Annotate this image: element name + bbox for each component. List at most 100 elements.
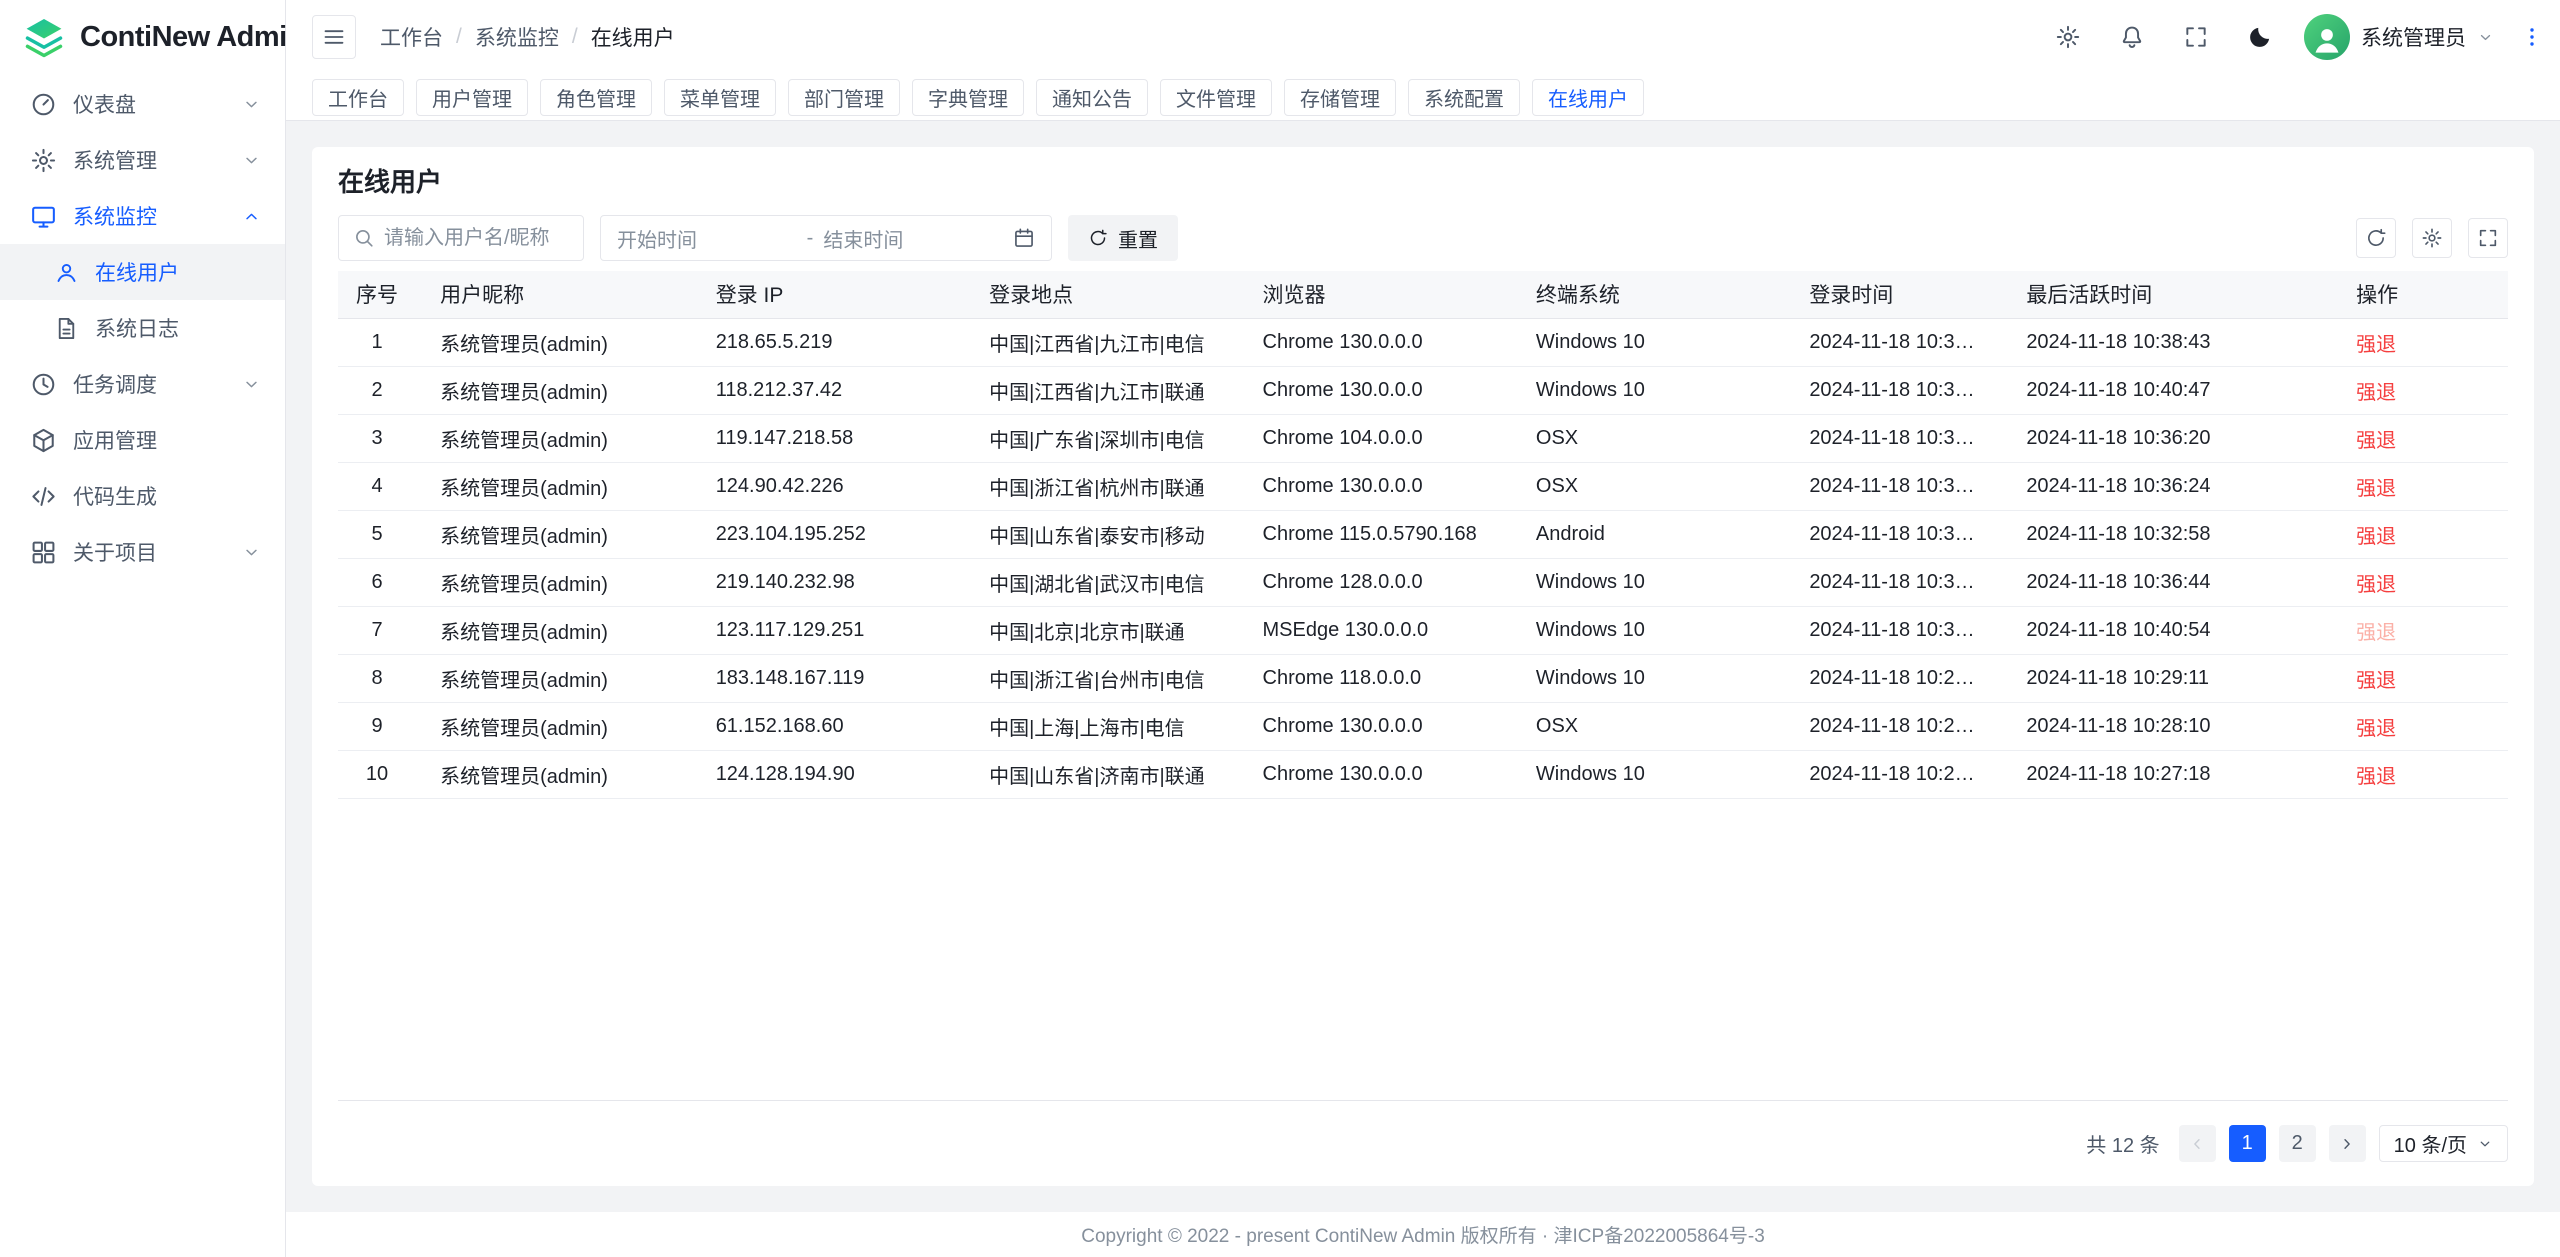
more-menu-button[interactable]: [2518, 23, 2546, 51]
sidebar-item-code-generation[interactable]: 代码生成: [0, 468, 285, 524]
table-row: 5 系统管理员(admin) 223.104.195.252 中国|山东省|泰安…: [338, 510, 2508, 558]
tab-workbench[interactable]: 工作台: [312, 79, 404, 116]
breadcrumb-item[interactable]: 系统监控: [475, 22, 559, 52]
cell-last-active: 2024-11-18 10:27:18: [2002, 750, 2332, 798]
cell-login-time: 2024-11-18 10:30:47: [1785, 606, 2002, 654]
sidebar-item-label: 仪表盘: [73, 89, 226, 119]
cell-action: 强退: [2332, 558, 2508, 606]
table-settings-button[interactable]: [2412, 218, 2452, 258]
chevron-down-icon: [242, 375, 261, 394]
cell-login-time: 2024-11-18 10:26:44: [1785, 702, 2002, 750]
cell-index: 9: [338, 702, 416, 750]
tab-file-management[interactable]: 文件管理: [1160, 79, 1272, 116]
table-row: 1 系统管理员(admin) 218.65.5.219 中国|江西省|九江市|电…: [338, 318, 2508, 366]
table-row: 2 系统管理员(admin) 118.212.37.42 中国|江西省|九江市|…: [338, 366, 2508, 414]
column-header-index: 序号: [338, 271, 416, 318]
breadcrumb-item[interactable]: 工作台: [380, 22, 443, 52]
menu-collapse-button[interactable]: [312, 15, 356, 59]
next-page-button[interactable]: [2329, 1125, 2366, 1162]
page-button-1[interactable]: 1: [2229, 1125, 2266, 1162]
force-logout-link[interactable]: 强退: [2356, 670, 2396, 692]
sidebar-item-about-project[interactable]: 关于项目: [0, 524, 285, 580]
search-icon: [353, 227, 375, 249]
cell-action: 强退: [2332, 414, 2508, 462]
force-logout-link[interactable]: 强退: [2356, 478, 2396, 500]
box-icon: [30, 427, 57, 454]
cell-index: 6: [338, 558, 416, 606]
gear-icon: [2421, 227, 2443, 249]
fullscreen-button[interactable]: [2176, 17, 2216, 57]
tab-online-users[interactable]: 在线用户: [1532, 79, 1644, 116]
cell-last-active: 2024-11-18 10:32:58: [2002, 510, 2332, 558]
cell-browser: Chrome 130.0.0.0: [1239, 462, 1512, 510]
cell-nickname: 系统管理员(admin): [416, 318, 692, 366]
cell-browser: Chrome 130.0.0.0: [1239, 702, 1512, 750]
chevron-left-icon: [2188, 1135, 2206, 1153]
cell-location: 中国|广东省|深圳市|电信: [965, 414, 1238, 462]
pagination-total: 共 12 条: [2086, 1129, 2159, 1158]
table-row: 7 系统管理员(admin) 123.117.129.251 中国|北京|北京市…: [338, 606, 2508, 654]
notifications-button[interactable]: [2112, 17, 2152, 57]
cell-index: 10: [338, 750, 416, 798]
page-size-label: 10 条/页: [2394, 1129, 2467, 1158]
settings-button[interactable]: [2048, 17, 2088, 57]
tab-department-management[interactable]: 部门管理: [788, 79, 900, 116]
sidebar-subitem-online-users[interactable]: 在线用户: [0, 244, 285, 300]
page-button-2[interactable]: 2: [2279, 1125, 2316, 1162]
tab-menu-management[interactable]: 菜单管理: [664, 79, 776, 116]
date-range-picker[interactable]: 开始时间 - 结束时间: [600, 215, 1052, 261]
sidebar-item-system-monitor[interactable]: 系统监控: [0, 188, 285, 244]
sidebar-item-app-management[interactable]: 应用管理: [0, 412, 285, 468]
page-size-select[interactable]: 10 条/页: [2379, 1125, 2508, 1162]
cell-location: 中国|江西省|九江市|电信: [965, 318, 1238, 366]
cell-os: OSX: [1512, 414, 1785, 462]
search-box: [338, 215, 584, 261]
user-menu[interactable]: 系统管理员: [2304, 14, 2494, 60]
cell-index: 2: [338, 366, 416, 414]
force-logout-link[interactable]: 强退: [2356, 574, 2396, 596]
prev-page-button[interactable]: [2179, 1125, 2216, 1162]
chevron-down-icon: [2477, 1136, 2493, 1152]
cell-location: 中国|江西省|九江市|联通: [965, 366, 1238, 414]
tab-role-management[interactable]: 角色管理: [540, 79, 652, 116]
force-logout-link[interactable]: 强退: [2356, 334, 2396, 356]
tab-system-config[interactable]: 系统配置: [1408, 79, 1520, 116]
cell-os: Windows 10: [1512, 654, 1785, 702]
grid-icon: [30, 539, 57, 566]
dark-mode-toggle[interactable]: [2240, 17, 2280, 57]
cell-os: OSX: [1512, 462, 1785, 510]
cell-ip: 183.148.167.119: [692, 654, 965, 702]
table-fullscreen-button[interactable]: [2468, 218, 2508, 258]
refresh-table-button[interactable]: [2356, 218, 2396, 258]
cell-os: Windows 10: [1512, 558, 1785, 606]
force-logout-link[interactable]: 强退: [2356, 382, 2396, 404]
tab-dictionary-management[interactable]: 字典管理: [912, 79, 1024, 116]
gear-icon: [2055, 24, 2081, 50]
app-logo[interactable]: ContiNew Admin: [0, 0, 285, 74]
force-logout-link[interactable]: 强退: [2356, 430, 2396, 452]
force-logout-link[interactable]: 强退: [2356, 718, 2396, 740]
reset-button[interactable]: 重置: [1068, 215, 1178, 261]
person-icon: [2311, 24, 2343, 56]
table-body: 1 系统管理员(admin) 218.65.5.219 中国|江西省|九江市|电…: [338, 318, 2508, 798]
column-header-browser: 浏览器: [1239, 271, 1512, 318]
table-row: 8 系统管理员(admin) 183.148.167.119 中国|浙江省|台州…: [338, 654, 2508, 702]
sidebar-item-system-management[interactable]: 系统管理: [0, 132, 285, 188]
sidebar-subitem-label: 系统日志: [95, 313, 261, 343]
tab-storage-management[interactable]: 存储管理: [1284, 79, 1396, 116]
force-logout-link[interactable]: 强退: [2356, 766, 2396, 788]
force-logout-link[interactable]: 强退: [2356, 622, 2396, 644]
sidebar-item-dashboard[interactable]: 仪表盘: [0, 76, 285, 132]
sidebar-item-label: 系统管理: [73, 145, 226, 175]
tab-user-management[interactable]: 用户管理: [416, 79, 528, 116]
sidebar-subitem-system-logs[interactable]: 系统日志: [0, 300, 285, 356]
chevron-up-icon: [242, 207, 261, 226]
cell-location: 中国|北京|北京市|联通: [965, 606, 1238, 654]
force-logout-link[interactable]: 强退: [2356, 526, 2396, 548]
cell-index: 4: [338, 462, 416, 510]
search-input[interactable]: [384, 227, 569, 250]
cell-last-active: 2024-11-18 10:36:20: [2002, 414, 2332, 462]
column-header-last-active: 最后活跃时间: [2002, 271, 2332, 318]
tab-notice[interactable]: 通知公告: [1036, 79, 1148, 116]
sidebar-item-task-schedule[interactable]: 任务调度: [0, 356, 285, 412]
